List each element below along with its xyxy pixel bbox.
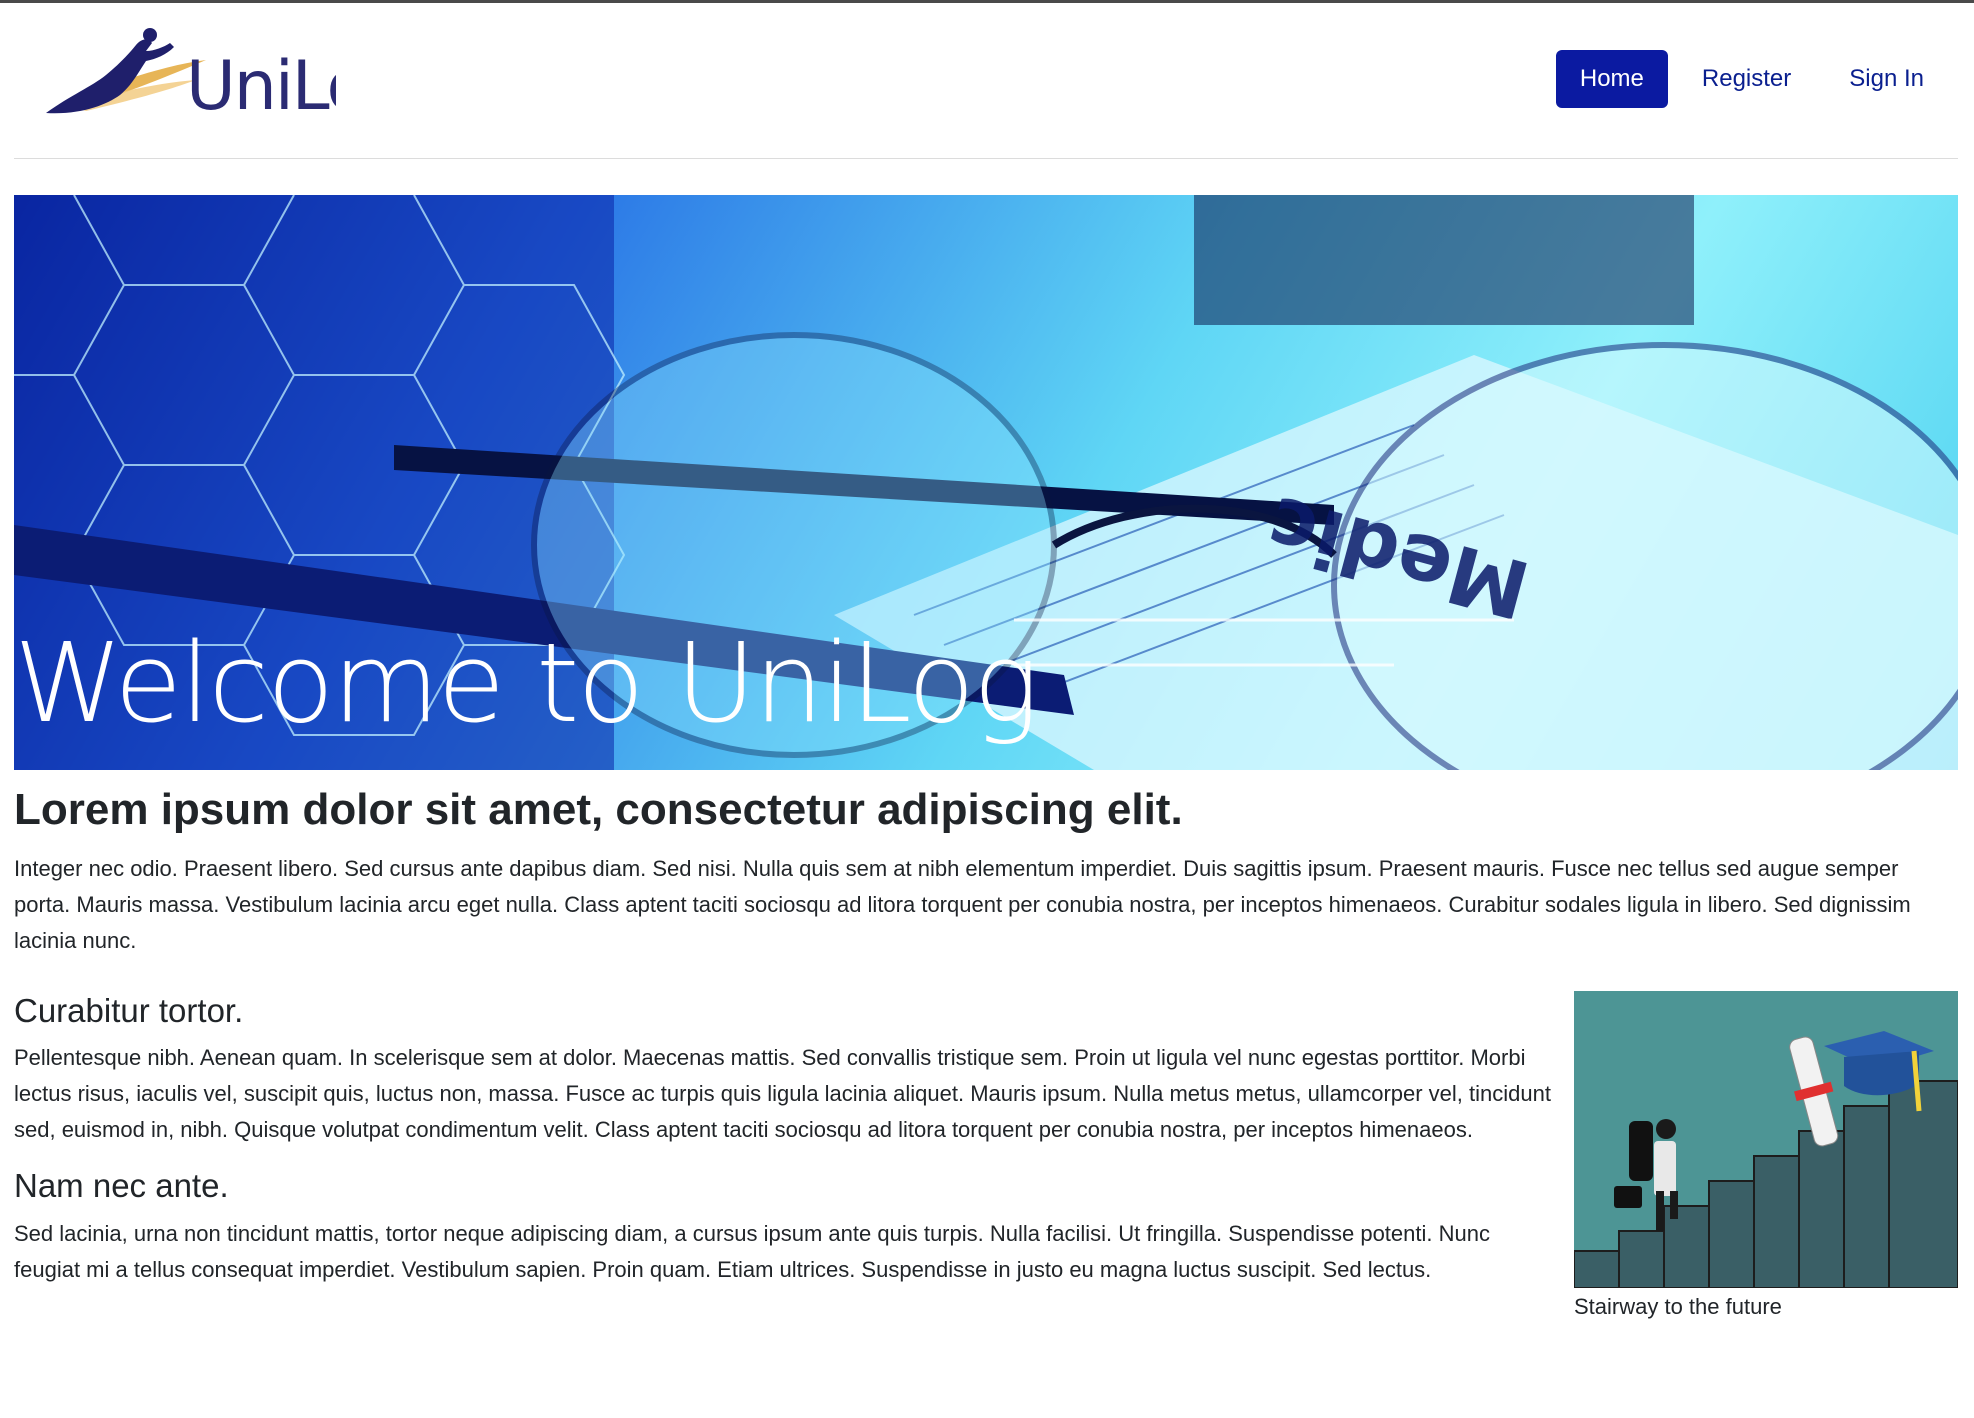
nav-sign-in-link[interactable]: Sign In — [1825, 50, 1948, 108]
hero-banner: Medic Welcome to UniLog — [14, 195, 1958, 770]
sections-text: Curabitur tortor. Pellentesque nibh. Aen… — [14, 977, 1560, 1306]
section-paragraph-nam-nec: Sed lacinia, urna non tincidunt mattis, … — [14, 1220, 1490, 1282]
nav-home-link[interactable]: Home — [1555, 50, 1668, 108]
brand-logo[interactable]: UniLog — [36, 25, 336, 135]
main-nav: Home Register Sign In — [1555, 50, 1948, 108]
figure-caption: Stairway to the future — [1574, 1293, 1782, 1319]
lead-paragraph: Integer nec odio. Praesent libero. Sed c… — [14, 855, 1911, 953]
stairway-illustration-icon — [1574, 990, 1958, 1288]
main-content: Lorem ipsum dolor sit amet, consectetur … — [14, 770, 1958, 1322]
hero-title: Welcome to UniLog — [14, 619, 1039, 747]
page: UniLog Home Register Sign In — [14, 3, 1958, 1322]
lead-heading: Lorem ipsum dolor sit amet, consectetur … — [14, 785, 1183, 834]
nav-register-link[interactable]: Register — [1678, 50, 1815, 108]
stairway-figure: Stairway to the future — [1574, 990, 1958, 1322]
navbar: UniLog Home Register Sign In — [14, 3, 1958, 159]
section-with-figure: Curabitur tortor. Pellentesque nibh. Aen… — [14, 977, 1958, 1322]
section-heading-curabitur: Curabitur tortor. — [14, 991, 244, 1029]
stairway-image — [1574, 990, 1958, 1288]
section-paragraph-curabitur: Pellentesque nibh. Aenean quam. In scele… — [14, 1045, 1551, 1143]
logo-wordmark: UniLog — [186, 47, 336, 126]
logo-runner-icon: UniLog — [46, 28, 336, 126]
section-heading-nam-nec: Nam nec ante. — [14, 1167, 229, 1205]
